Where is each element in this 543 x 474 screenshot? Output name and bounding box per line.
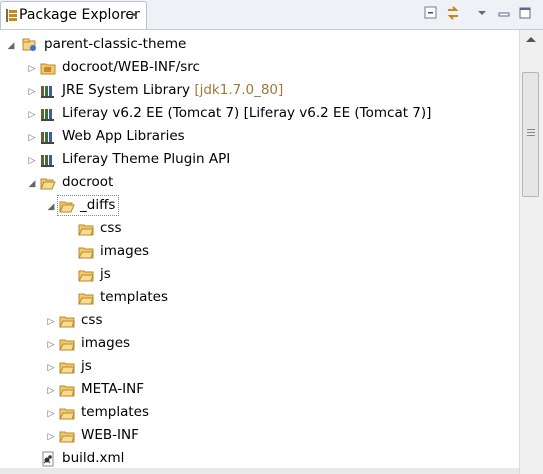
tree-row-templates[interactable]: ▷ templates (0, 402, 519, 424)
tree-row-diffs[interactable]: ◢ _diffs (0, 195, 519, 217)
tree-row-source-folder[interactable]: ▷ docroot/WEB-INF/src (0, 57, 519, 79)
grip-line (527, 135, 535, 136)
collapsed-arrow-icon[interactable]: ▷ (27, 156, 37, 166)
tree-label: images (100, 243, 150, 259)
tree-row-jre-library[interactable]: ▷ JRE System Library [jdk1.7.0_80] (0, 80, 519, 102)
open-folder-icon (59, 201, 75, 213)
library-icon (41, 155, 54, 167)
tree-row-meta-inf[interactable]: ▷ META-INF (0, 379, 519, 401)
collapsed-arrow-icon[interactable]: ▷ (46, 317, 56, 327)
tree-row-build-xml[interactable]: build.xml (0, 448, 519, 470)
close-icon[interactable]: ✕ (129, 8, 139, 22)
tree-label: css (100, 220, 122, 236)
folder-icon (78, 270, 94, 282)
folder-icon (59, 362, 75, 374)
vertical-scrollbar[interactable] (519, 30, 543, 474)
scrollbar-thumb[interactable] (522, 72, 539, 197)
link-with-editor-icon[interactable] (445, 5, 461, 21)
folder-icon (59, 316, 75, 328)
open-folder-icon (40, 178, 56, 190)
tree-row-diffs-css[interactable]: css (0, 218, 519, 240)
tree-row-project[interactable]: ◢ parent-classic-theme (0, 34, 519, 56)
view-tab-bar: Package Explorer ✕ (0, 0, 543, 30)
maximize-icon[interactable] (517, 5, 533, 21)
folder-icon (78, 224, 94, 236)
folder-icon (78, 293, 94, 305)
source-folder-icon (40, 63, 56, 75)
package-explorer-icon (6, 9, 17, 22)
collapse-all-icon[interactable] (423, 5, 439, 21)
tree-row-diffs-images[interactable]: images (0, 241, 519, 263)
package-explorer-tree: ◢ parent-classic-theme ▷ docroot/WEB-INF… (0, 30, 519, 474)
tree-label: WEB-INF (81, 427, 139, 443)
tree-row-docroot[interactable]: ◢ docroot (0, 172, 519, 194)
library-icon (41, 109, 54, 121)
library-icon (41, 132, 54, 144)
tree-row-css[interactable]: ▷ css (0, 310, 519, 332)
collapsed-arrow-icon[interactable]: ▷ (46, 363, 56, 373)
tree-label: Liferay v6.2 EE (Tomcat 7) [Liferay v6.2… (62, 105, 432, 121)
ant-file-icon (42, 451, 54, 467)
tree-row-diffs-templates[interactable]: templates (0, 287, 519, 309)
tree-label: docroot (62, 174, 114, 190)
tree-label: build.xml (62, 450, 125, 466)
tree-label: JRE System Library [jdk1.7.0_80] (62, 82, 284, 98)
collapsed-arrow-icon[interactable]: ▷ (27, 87, 37, 97)
tree-label: docroot/WEB-INF/src (62, 59, 200, 75)
expanded-arrow-icon[interactable]: ◢ (6, 41, 16, 51)
tree-label: _diffs (80, 197, 116, 213)
expanded-arrow-icon[interactable]: ◢ (27, 179, 37, 189)
tree-row-js[interactable]: ▷ js (0, 356, 519, 378)
grip-line (527, 129, 535, 130)
tree-label: templates (100, 289, 168, 305)
expanded-arrow-icon[interactable]: ◢ (46, 202, 56, 212)
tree-label: META-INF (81, 381, 145, 397)
collapsed-arrow-icon[interactable]: ▷ (27, 133, 37, 143)
tree-label: js (81, 358, 92, 374)
collapsed-arrow-icon[interactable]: ▷ (46, 409, 56, 419)
folder-icon (59, 385, 75, 397)
tree-row-web-inf[interactable]: ▷ WEB-INF (0, 425, 519, 447)
folder-icon (59, 408, 75, 420)
collapsed-arrow-icon[interactable]: ▷ (46, 386, 56, 396)
scroll-up-arrow-icon[interactable] (526, 37, 536, 42)
tree-label: Web App Libraries (62, 128, 185, 144)
tree-label: css (81, 312, 103, 328)
tree-row-theme-plugin-api[interactable]: ▷ Liferay Theme Plugin API (0, 149, 519, 171)
horizontal-scroll-edge (0, 468, 519, 474)
tab-package-explorer[interactable]: Package Explorer ✕ (0, 1, 147, 29)
folder-icon (78, 247, 94, 259)
tree-row-server-runtime[interactable]: ▷ Liferay v6.2 EE (Tomcat 7) [Liferay v6… (0, 103, 519, 125)
tree-label: js (100, 266, 111, 282)
tree-label: templates (81, 404, 149, 420)
folder-icon (59, 339, 75, 351)
collapsed-arrow-icon[interactable]: ▷ (27, 110, 37, 120)
tree-row-web-app-libraries[interactable]: ▷ Web App Libraries (0, 126, 519, 148)
collapsed-arrow-icon[interactable]: ▷ (46, 432, 56, 442)
tree-label: Liferay Theme Plugin API (62, 151, 231, 167)
tree-label: parent-classic-theme (44, 36, 187, 52)
library-icon (41, 86, 54, 98)
library-decoration: [jdk1.7.0_80] (194, 82, 284, 98)
tree-row-diffs-js[interactable]: js (0, 264, 519, 286)
grip-line (527, 132, 535, 133)
tab-label: Package Explorer (19, 7, 140, 23)
view-menu-icon[interactable] (474, 5, 490, 21)
collapsed-arrow-icon[interactable]: ▷ (46, 340, 56, 350)
folder-icon (59, 431, 75, 443)
minimize-icon[interactable] (496, 5, 512, 21)
tree-row-images[interactable]: ▷ images (0, 333, 519, 355)
project-icon (22, 38, 36, 51)
collapsed-arrow-icon[interactable]: ▷ (27, 64, 37, 74)
tree-label: images (81, 335, 131, 351)
